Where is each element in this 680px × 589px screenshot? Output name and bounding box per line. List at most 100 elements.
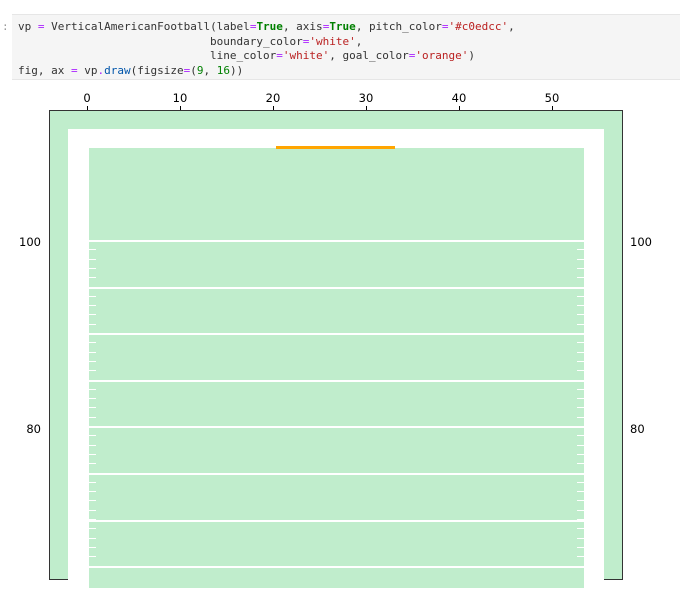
hash-mark <box>89 426 96 427</box>
goal-post <box>276 146 395 149</box>
hash-mark <box>577 352 584 353</box>
hash-mark <box>89 324 96 325</box>
yard-line <box>89 520 584 522</box>
hash-mark <box>89 389 96 390</box>
code-token: ) <box>468 49 475 62</box>
code-token: ( <box>190 63 197 77</box>
hash-mark <box>89 398 96 399</box>
hash-mark <box>577 435 584 436</box>
hash-mark <box>89 454 96 455</box>
code-cell[interactable]: vp = VerticalAmericanFootball(label=True… <box>12 14 680 80</box>
hash-mark <box>89 268 96 269</box>
hash-mark <box>577 259 584 260</box>
hash-mark <box>577 454 584 455</box>
hash-mark <box>577 519 584 520</box>
hash-mark <box>577 482 584 483</box>
yard-line <box>89 240 584 242</box>
hash-mark <box>89 491 96 492</box>
hash-mark <box>89 352 96 353</box>
hash-mark <box>89 482 96 483</box>
hash-mark <box>89 547 96 548</box>
hash-mark <box>89 556 96 557</box>
hash-mark <box>89 314 96 315</box>
hash-mark <box>577 426 584 427</box>
code-token: '#c0edcc' <box>448 20 509 33</box>
code-token: , <box>508 20 515 33</box>
code-token: draw <box>104 63 131 77</box>
hash-mark <box>89 510 96 511</box>
x-tick-label: 50 <box>544 91 560 105</box>
hash-mark <box>89 435 96 436</box>
code-token: VerticalAmericanFootball(label <box>44 20 250 33</box>
hash-mark <box>89 370 96 371</box>
hash-mark <box>89 333 96 334</box>
code-token: , <box>203 63 217 77</box>
code-token: , goal_color <box>329 49 409 62</box>
cell-prompt: : <box>2 20 9 33</box>
hash-mark <box>577 277 584 278</box>
code-token: vp <box>18 20 38 33</box>
hash-mark <box>577 538 584 539</box>
code-token: = <box>70 63 78 77</box>
code-token: 'orange' <box>415 49 469 62</box>
hash-mark <box>577 314 584 315</box>
yard-line <box>89 287 584 289</box>
hash-mark <box>577 333 584 334</box>
hash-mark <box>577 463 584 464</box>
playing-field <box>89 148 584 588</box>
x-tick-label: 0 <box>83 91 91 105</box>
hash-mark <box>89 259 96 260</box>
hash-mark <box>577 417 584 418</box>
y-tick-label-right: 80 <box>630 422 645 436</box>
code-token: line_color <box>18 49 277 62</box>
x-tick-label: 30 <box>358 91 374 105</box>
code-token: = <box>37 20 45 33</box>
code-token: )) <box>229 63 244 77</box>
x-tick-label: 40 <box>451 91 467 105</box>
hash-mark <box>89 528 96 529</box>
yard-line <box>89 380 584 382</box>
code-token: fig, ax <box>18 63 71 77</box>
hash-mark <box>577 268 584 269</box>
hash-mark <box>577 556 584 557</box>
yard-line <box>89 473 584 475</box>
hash-mark <box>89 538 96 539</box>
hash-mark <box>577 566 584 567</box>
y-tick-label-left: 80 <box>26 422 41 436</box>
hash-mark <box>577 380 584 381</box>
hash-mark <box>577 500 584 501</box>
x-tick-label: 10 <box>172 91 188 105</box>
hash-mark <box>89 445 96 446</box>
hash-mark <box>89 463 96 464</box>
hash-mark <box>89 380 96 381</box>
hash-mark <box>577 370 584 371</box>
hash-mark <box>577 398 584 399</box>
hash-mark <box>577 510 584 511</box>
hash-mark <box>89 342 96 343</box>
hash-mark <box>89 296 96 297</box>
hash-mark <box>577 407 584 408</box>
hash-mark <box>577 296 584 297</box>
hash-mark <box>89 500 96 501</box>
y-tick-label-left: 100 <box>19 235 41 249</box>
hash-mark <box>577 361 584 362</box>
hash-mark <box>577 342 584 343</box>
hash-mark <box>577 491 584 492</box>
code-token: 16 <box>216 63 230 77</box>
hash-mark <box>577 547 584 548</box>
hash-mark <box>89 277 96 278</box>
code-token: , pitch_color <box>355 20 442 33</box>
code-token: (figsize <box>130 63 184 77</box>
hash-mark <box>89 287 96 288</box>
code-editor[interactable]: vp = VerticalAmericanFootball(label=True… <box>18 20 515 78</box>
code-token: True <box>329 20 356 33</box>
code-token: 'white' <box>282 49 330 62</box>
code-token: boundary_color <box>18 34 303 48</box>
hash-mark <box>577 249 584 250</box>
hash-mark <box>89 566 96 567</box>
hash-mark <box>89 407 96 408</box>
code-token: , <box>355 34 363 48</box>
code-token: , axis <box>282 20 323 33</box>
yard-line <box>89 333 584 335</box>
yard-line <box>89 426 584 428</box>
